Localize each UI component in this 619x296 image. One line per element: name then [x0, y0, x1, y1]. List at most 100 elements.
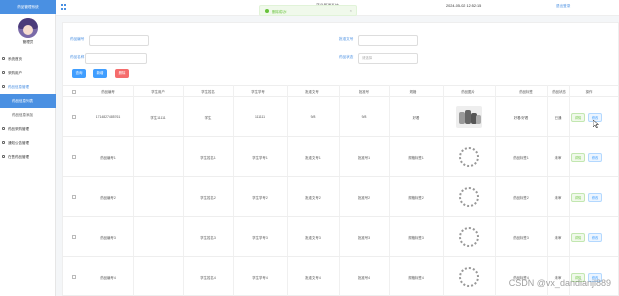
bell-icon [2, 141, 5, 144]
cell-spec: 规格标签1 [408, 156, 424, 160]
sidebar-menu: 系统首页 采购用户 药品信息管理 药品信息列表 药品信息添加 药品采购管理 通知… [0, 52, 56, 164]
cell-approval: 批准文号1 [305, 156, 321, 160]
cell-student-id: 学生学号3 [252, 236, 268, 240]
logout-link[interactable]: 退出登录 [556, 4, 570, 9]
filter-input-code[interactable] [89, 35, 149, 46]
row-checkbox[interactable] [72, 155, 76, 159]
table-row: 药品编号3 学生姓名3 学生学号3 批准文号3 批准号3 规格标签3 药品标签3 未审 详情 修改 [63, 217, 619, 257]
cell-code: 药品编号4 [100, 276, 116, 280]
check-icon [265, 9, 269, 13]
cell-approval: 批准文号2 [305, 196, 321, 200]
detail-button[interactable]: 详情 [571, 153, 585, 162]
filter-input-name[interactable] [85, 53, 147, 64]
cell-student-name: 学生姓名4 [200, 276, 216, 280]
cell-approval: 批准文号3 [305, 236, 321, 240]
cell-approval-no: 批准号4 [357, 276, 371, 280]
filter-select-status[interactable]: 请选择 [358, 53, 418, 64]
edit-button[interactable]: 修改 [588, 153, 602, 162]
loading-spinner-icon [459, 147, 479, 167]
sidebar-item-drug-list[interactable]: 药品信息列表 [0, 94, 56, 108]
main-content: 药品编号 批准文号 药品名称 药品状态 请选择 查询 新增 删除 药品编号 学生… [62, 22, 619, 296]
select-all-checkbox[interactable] [72, 90, 76, 94]
table-row: 1714827485761 学生11111 学生 111111 9/8 9/8 好看 好看/好… [63, 97, 619, 137]
row-checkbox[interactable] [72, 275, 76, 279]
filter-label-name: 药品名称 [70, 55, 85, 59]
loading-spinner-icon [459, 227, 479, 247]
cell-student-id: 学生学号1 [252, 156, 268, 160]
table-row: 药品编号1 学生姓名1 学生学号1 批准文号1 批准号1 规格标签1 药品标签1 未审 详情 修改 [63, 137, 619, 177]
toast-message: 删除成功! [272, 10, 287, 14]
cell-approval-no: 9/8 [361, 115, 367, 119]
sidebar-item-users[interactable]: 采购用户 [0, 66, 56, 80]
edit-button[interactable]: 修改 [588, 233, 602, 242]
success-toast: 删除成功! × [259, 5, 357, 16]
cell-student-id: 学生学号4 [252, 276, 268, 280]
cell-approval-no: 批准号1 [357, 156, 371, 160]
brand-title: 药品管理系统 [0, 0, 56, 14]
cell-student-name: 学生 [204, 116, 212, 120]
cell-code: 药品编号3 [100, 236, 116, 240]
user-icon [2, 71, 5, 74]
cell-code: 药品编号1 [100, 156, 116, 160]
detail-button[interactable]: 详情 [571, 233, 585, 242]
row-checkbox[interactable] [72, 115, 76, 119]
cell-label: 药品标签3 [513, 236, 529, 240]
username: 管理员 [22, 40, 34, 44]
cell-approval: 批准文号4 [305, 276, 321, 280]
delete-button[interactable]: 删除 [115, 69, 129, 78]
cell-approval: 9/8 [310, 115, 316, 119]
cell-approval-no: 批准号3 [357, 236, 371, 240]
cell-spec: 规格标签2 [408, 196, 424, 200]
cell-label: 好看/好看 [513, 116, 529, 120]
cell-approval-no: 批准号2 [357, 196, 371, 200]
detail-button[interactable]: 详情 [571, 193, 585, 202]
sidebar-item-drug-add[interactable]: 药品信息添加 [0, 108, 56, 122]
loading-spinner-icon [459, 187, 479, 207]
row-checkbox[interactable] [72, 235, 76, 239]
close-icon[interactable]: × [350, 8, 352, 13]
drug-image [456, 106, 482, 128]
avatar[interactable] [18, 18, 38, 38]
menu-toggle-icon[interactable] [61, 4, 67, 10]
cell-student-id: 学生学号2 [252, 196, 268, 200]
cell-student-name: 学生姓名1 [200, 156, 216, 160]
cell-label: 药品标签1 [513, 156, 529, 160]
cell-label: 药品标签2 [513, 196, 529, 200]
mouse-cursor-icon [593, 120, 599, 128]
search-button[interactable]: 查询 [72, 69, 86, 78]
detail-button[interactable]: 详情 [571, 113, 585, 122]
datetime: 2024-05-02 12:52:15 [446, 4, 482, 8]
cell-student-id: 111111 [254, 115, 266, 119]
filter-label-approval: 批准文号 [339, 37, 354, 41]
cell-user: 学生11111 [150, 116, 166, 120]
folder-icon [2, 85, 5, 88]
cell-student-name: 学生姓名2 [200, 196, 216, 200]
sidebar-item-notice[interactable]: 通知公告管理 [0, 136, 56, 150]
edit-button[interactable]: 修改 [588, 193, 602, 202]
filter-input-approval[interactable] [358, 35, 418, 46]
cell-student-name: 学生姓名3 [200, 236, 216, 240]
filter-label-code: 药品编号 [70, 37, 85, 41]
sidebar-item-onsale[interactable]: 在售药品管理 [0, 150, 56, 164]
cell-status: 已通 [554, 116, 562, 120]
row-checkbox[interactable] [72, 195, 76, 199]
table-row: 药品编号4 学生姓名4 学生学号4 批准文号4 批准号4 规格标签4 药品标签4 未审 详情 修改 [63, 257, 619, 296]
cell-status: 未审 [554, 156, 562, 160]
table-header: 药品编号 学生用户 学生姓名 学生学号 批准文号 批准号 规格 药品图片 药品标… [63, 85, 619, 97]
sidebar: 药品管理系统 管理员 系统首页 采购用户 药品信息管理 药品信息列表 药品信息添… [0, 0, 56, 296]
csdn-watermark: CSDN @vx_dandianjl889 [508, 278, 611, 288]
cell-status: 未审 [554, 236, 562, 240]
sidebar-item-drug-info[interactable]: 药品信息管理 [0, 80, 56, 94]
sidebar-item-home[interactable]: 系统首页 [0, 52, 56, 66]
loading-spinner-icon [459, 267, 479, 287]
cart-icon [2, 127, 5, 130]
home-icon [2, 57, 5, 60]
cell-code: 药品编号2 [100, 196, 116, 200]
cell-spec: 规格标签3 [408, 236, 424, 240]
tag-icon [2, 155, 5, 158]
add-button[interactable]: 新增 [93, 69, 107, 78]
filter-label-status: 药品状态 [339, 55, 354, 59]
cell-status: 未审 [554, 196, 562, 200]
cell-spec: 好看 [412, 116, 420, 120]
sidebar-item-purchase[interactable]: 药品采购管理 [0, 122, 56, 136]
